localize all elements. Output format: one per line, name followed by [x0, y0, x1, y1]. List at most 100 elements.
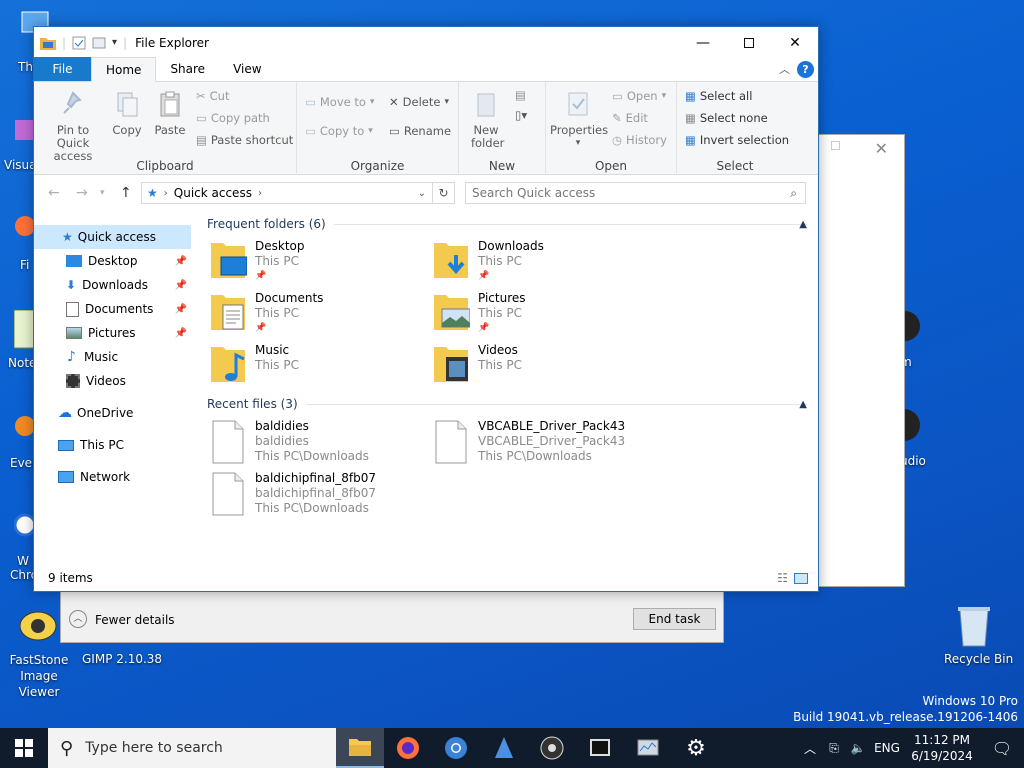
pin-icon[interactable]: 📌 [175, 304, 187, 315]
fewer-details-link[interactable]: Fewer details [95, 613, 175, 627]
breadcrumb-quick-access[interactable]: Quick access [174, 186, 252, 200]
tab-file[interactable]: File [34, 57, 91, 81]
collapse-icon[interactable]: ▲ [799, 399, 807, 410]
close-button[interactable]: ✕ [772, 27, 818, 58]
copy-to-button[interactable]: ▭ Copy to ▾ [305, 124, 373, 138]
nav-network[interactable]: Network [34, 465, 191, 489]
back-button[interactable]: ← [48, 175, 60, 210]
tab-view[interactable]: View [219, 57, 275, 81]
organize-group-label: Organize [350, 159, 405, 173]
collapse-icon[interactable]: ▲ [799, 219, 807, 230]
recent-locations-icon[interactable]: ▾ [100, 175, 105, 210]
nav-videos[interactable]: Videos [34, 369, 191, 393]
nav-desktop[interactable]: Desktop 📌 [34, 249, 191, 273]
language-indicator[interactable]: ENG [870, 741, 904, 755]
properties-icon[interactable] [72, 36, 86, 50]
nav-this-pc[interactable]: This PC [34, 433, 191, 457]
new-item-icon: ▤ [515, 88, 526, 102]
paste-button[interactable]: Paste [152, 90, 188, 137]
address-bar[interactable]: ★ › Quick access › ⌄ [141, 182, 433, 204]
taskbar-search[interactable]: ⚲ Type here to search [48, 728, 336, 768]
notifications-icon[interactable]: 🗨 [980, 739, 1024, 758]
folder-tile[interactable]: Videos This PC [432, 343, 522, 385]
nav-onedrive[interactable]: ☁ OneDrive [34, 401, 191, 425]
open-button[interactable]: ▭ Open ▾ [612, 89, 666, 103]
tab-share[interactable]: Share [156, 57, 219, 81]
chevron-up-icon[interactable]: ︿ [798, 740, 822, 757]
taskbar-app-blue[interactable] [480, 728, 528, 768]
recycle-bin-desktop-icon[interactable] [954, 602, 994, 651]
pin-icon[interactable]: 📌 [175, 256, 187, 267]
taskbar-chromium[interactable] [432, 728, 480, 768]
visual-studio-desktop-icon[interactable] [15, 120, 35, 143]
taskbar-obs[interactable] [528, 728, 576, 768]
easy-access-button[interactable]: ▯▾ [515, 108, 527, 122]
select-none-button[interactable]: ▦ Select none [685, 111, 768, 125]
close-icon[interactable]: ✕ [875, 139, 888, 158]
frequent-folders-header[interactable]: Frequent folders (6) ▲ [207, 217, 807, 231]
help-icon[interactable]: ? [797, 61, 814, 78]
taskbar-terminal[interactable] [576, 728, 624, 768]
edit-button[interactable]: ✎ Edit [612, 111, 648, 125]
new-item-button[interactable]: ▤ [515, 88, 526, 102]
rename-button[interactable]: ▭ Rename [389, 124, 451, 138]
nav-documents[interactable]: Documents 📌 [34, 297, 191, 321]
chevron-up-icon[interactable]: ︿ [69, 610, 87, 628]
search-input[interactable]: Search Quick access ⌕ [465, 182, 806, 204]
volume-icon[interactable]: 🔈 [846, 741, 870, 755]
details-view-icon[interactable]: ☷ [777, 571, 788, 585]
folder-tile[interactable]: Downloads This PC 📌 [432, 239, 544, 284]
nav-quick-access[interactable]: ★ Quick access [34, 225, 191, 249]
invert-selection-button[interactable]: ▦ Invert selection [685, 133, 789, 147]
network-tray-icon[interactable]: ⎘ [822, 741, 846, 756]
recent-files-header[interactable]: Recent files (3) ▲ [207, 397, 807, 411]
end-task-button[interactable]: End task [633, 608, 716, 630]
paste-shortcut-button[interactable]: ▤ Paste shortcut [196, 133, 293, 147]
task-manager-window[interactable]: ︿ Fewer details End task [60, 591, 724, 643]
chevron-down-icon[interactable]: ▾ [112, 37, 117, 48]
large-icons-view-icon[interactable] [794, 572, 808, 584]
folder-tile[interactable]: Pictures This PC 📌 [432, 291, 526, 336]
nav-pictures[interactable]: Pictures 📌 [34, 321, 191, 345]
background-window[interactable]: ✕ [818, 134, 905, 587]
title-bar[interactable]: | ▾ | File Explorer — ✕ [34, 27, 818, 58]
file-explorer-window[interactable]: | ▾ | File Explorer — ✕ File Home Share … [33, 26, 819, 592]
properties-button[interactable]: Properties ▾ [550, 90, 608, 150]
folder-tile[interactable]: Music This PC [209, 343, 299, 385]
refresh-button[interactable]: ↻ [433, 182, 455, 204]
nav-downloads[interactable]: ⬇ Downloads 📌 [34, 273, 191, 297]
new-folder-button[interactable]: New folder [463, 90, 509, 150]
recent-file-tile[interactable]: baldidies baldidies This PC\Downloads [209, 419, 369, 465]
taskbar-task-manager[interactable] [624, 728, 672, 768]
tab-home[interactable]: Home [91, 57, 157, 82]
pin-icon[interactable]: 📌 [175, 280, 187, 291]
nav-music[interactable]: ♪ Music [34, 345, 191, 369]
taskbar-file-explorer[interactable] [336, 728, 384, 768]
copy-button[interactable]: Copy [112, 90, 142, 137]
collapse-ribbon-icon[interactable]: ︿ [779, 61, 790, 77]
folder-tile[interactable]: Documents This PC 📌 [209, 291, 323, 336]
minimize-button[interactable]: — [680, 27, 726, 58]
maximize-icon[interactable] [831, 141, 840, 150]
delete-button[interactable]: ✕ Delete ▾ [389, 95, 449, 109]
copy-path-button[interactable]: ▭ Copy path [196, 111, 270, 125]
new-folder-icon[interactable] [92, 36, 106, 50]
taskbar-firefox[interactable] [384, 728, 432, 768]
history-button[interactable]: ◷ History [612, 133, 667, 147]
select-all-button[interactable]: ▦ Select all [685, 89, 752, 103]
forward-button[interactable]: → [76, 175, 88, 210]
start-button[interactable] [0, 728, 48, 768]
address-dropdown-icon[interactable]: ⌄ [418, 188, 426, 199]
cut-button[interactable]: ✂ Cut [196, 89, 229, 103]
maximize-button[interactable] [726, 27, 772, 58]
faststone-desktop-icon[interactable] [17, 606, 59, 649]
recent-file-tile[interactable]: VBCABLE_Driver_Pack43 VBCABLE_Driver_Pack… [432, 419, 625, 465]
folder-tile[interactable]: Desktop This PC 📌 [209, 239, 305, 284]
recent-file-tile[interactable]: baldichipfinal_8fb07 baldichipfinal_8fb07… [209, 471, 376, 517]
taskbar-settings[interactable]: ⚙ [672, 728, 720, 768]
move-to-button[interactable]: ▭ Move to ▾ [305, 95, 374, 109]
pin-icon[interactable]: 📌 [175, 328, 187, 339]
up-button[interactable]: ↑ [120, 175, 132, 210]
pin-to-quick-access-button[interactable]: Pin to Quick access [40, 90, 106, 163]
clock[interactable]: 11:12 PM 6/19/2024 [904, 732, 980, 764]
